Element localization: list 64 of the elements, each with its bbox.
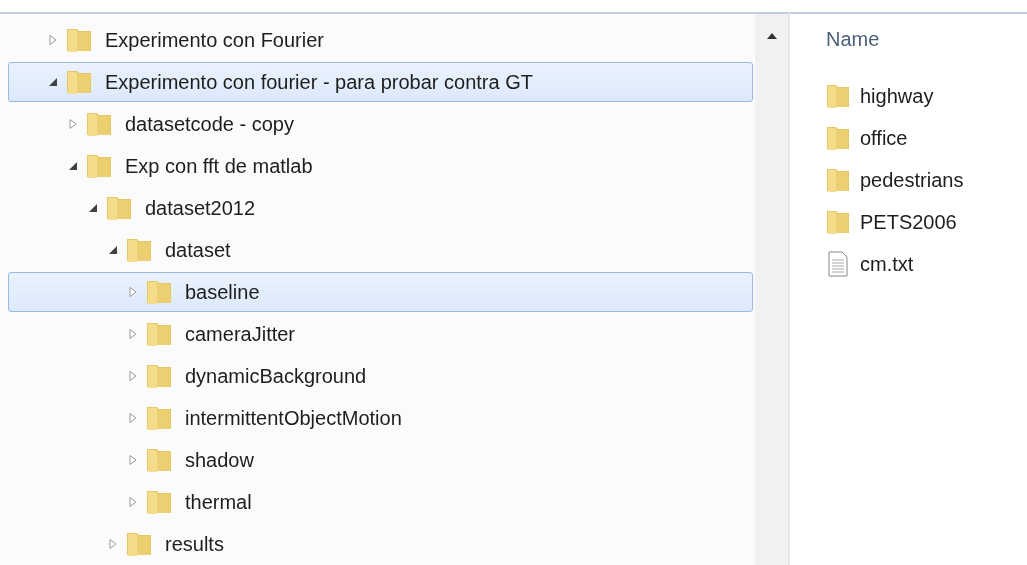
collapsed-arrow-icon[interactable] [127,454,139,466]
folder-name: Exp con fft de matlab [125,154,313,178]
folder-name: dataset [165,238,231,262]
folder-icon [65,69,93,95]
expanded-arrow-icon[interactable] [67,160,79,172]
folder-name: Experimento con Fourier [105,28,324,52]
folder-icon [65,27,93,53]
collapsed-arrow-icon[interactable] [127,496,139,508]
tree-item[interactable]: datasetcode - copy [8,104,753,144]
expanded-arrow-icon[interactable] [87,202,99,214]
file-name[interactable]: office [860,126,908,150]
folder-name: cameraJitter [185,322,296,346]
folder-name: shadow [185,448,254,472]
tree-item[interactable]: cameraJitter [8,314,753,354]
tree-item[interactable]: Experimento con Fourier [8,20,753,60]
folder-icon [105,195,133,221]
folder-icon [85,153,113,179]
folder-icon [145,405,173,431]
folder-name: Experimento con fourier - para probar contra GT [105,70,533,94]
folder-icon [145,447,173,473]
scroll-up-icon[interactable] [765,32,778,40]
folder-icon [145,279,173,305]
collapsed-arrow-icon[interactable] [67,118,79,130]
column-header[interactable]: Name [826,28,880,51]
collapsed-arrow-icon[interactable] [107,538,119,550]
folder-icon [826,167,850,193]
folder-icon [85,111,113,137]
file-name[interactable]: PETS2006 [860,210,957,234]
expanded-arrow-icon[interactable] [107,244,119,256]
collapsed-arrow-icon[interactable] [127,286,139,298]
tree-item[interactable]: dataset [8,230,753,270]
file-name[interactable]: pedestrians [860,168,964,192]
folder-icon [145,321,173,347]
collapsed-arrow-icon[interactable] [127,328,139,340]
folder-icon [826,209,850,235]
folder-icon [826,125,850,151]
collapsed-arrow-icon[interactable] [127,370,139,382]
folder-name: datasetcode - copy [125,112,294,136]
collapsed-arrow-icon[interactable] [127,412,139,424]
folder-name: dataset2012 [145,196,256,220]
folder-name: results [165,532,224,556]
folder-name: baseline [185,280,260,304]
tree-item[interactable]: shadow [8,440,753,480]
text-file-icon [826,251,850,277]
tree-item[interactable]: dynamicBackground [8,356,753,396]
tree-item[interactable]: Experimento con fourier - para probar contra GT [8,62,753,102]
collapsed-arrow-icon[interactable] [47,34,59,46]
file-name[interactable]: cm.txt [860,252,914,276]
folder-icon [826,83,850,109]
tree-item[interactable]: baseline [8,272,753,312]
folder-icon [145,489,173,515]
tree-item[interactable]: dataset2012 [8,188,753,228]
folder-name: intermittentObjectMotion [185,406,402,430]
expanded-arrow-icon[interactable] [47,76,59,88]
tree-item[interactable]: thermal [8,482,753,522]
file-name[interactable]: highway [860,84,934,108]
folder-name: thermal [185,490,252,514]
tree-item[interactable]: results [8,524,753,564]
folder-icon [125,531,153,557]
folder-icon [145,363,173,389]
tree-item[interactable]: intermittentObjectMotion [8,398,753,438]
folder-icon [125,237,153,263]
folder-name: dynamicBackground [185,364,367,388]
tree-item[interactable]: Exp con fft de matlab [8,146,753,186]
